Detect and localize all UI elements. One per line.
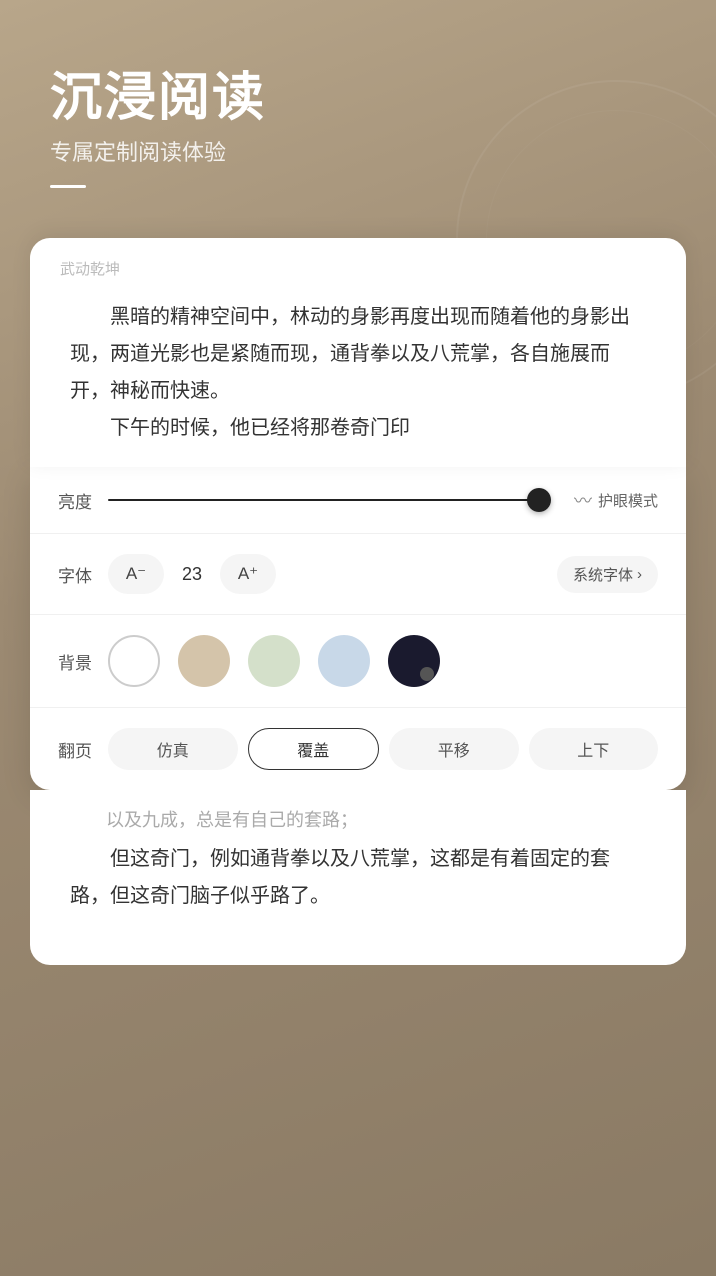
pageturn-scroll-button[interactable]: 上下: [529, 728, 659, 770]
eye-mode-label: 护眼模式: [598, 490, 658, 511]
brightness-row: 亮度 〰 护眼模式: [30, 467, 686, 534]
paragraph-3: 但这奇门，例如通背拳以及八荒掌，这都是有着固定的套路，但这奇门脑子似乎路了。: [70, 841, 646, 915]
reading-text-top: 黑暗的精神空间中，林动的身影再度出现而随着他的身影出现，两道光影也是紧随而现，通…: [30, 289, 686, 467]
paragraph-2: 下午的时候，他已经将那卷奇门印: [70, 410, 646, 447]
eye-icon: 〰: [574, 487, 592, 513]
reading-text-bottom: 以及九成，总是有自己的套路； 但这奇门，例如通背拳以及八荒掌，这都是有着固定的套…: [30, 790, 686, 965]
font-row: 字体 A⁻ 23 A⁺ 系统字体 ›: [30, 534, 686, 615]
font-family-label: 系统字体: [573, 564, 633, 585]
bg-white-button[interactable]: [108, 635, 160, 687]
font-decrease-button[interactable]: A⁻: [108, 554, 164, 594]
brightness-slider-track[interactable]: [108, 499, 550, 501]
font-controls: A⁻ 23 A⁺ 系统字体 ›: [108, 554, 658, 594]
pageturn-slide-button[interactable]: 平移: [389, 728, 519, 770]
pageturn-label: 翻页: [58, 737, 108, 762]
pageturn-controls: 仿真 覆盖 平移 上下: [108, 728, 658, 770]
reading-card: 武动乾坤 黑暗的精神空间中，林动的身影再度出现而随着他的身影出现，两道光影也是紧…: [30, 238, 686, 467]
background-row: 背景: [30, 615, 686, 708]
bg-controls: [108, 635, 658, 687]
header-divider: [50, 185, 86, 188]
bg-label: 背景: [58, 649, 108, 674]
bg-beige-button[interactable]: [178, 635, 230, 687]
bg-green-button[interactable]: [248, 635, 300, 687]
font-label: 字体: [58, 562, 108, 587]
pageturn-row: 翻页 仿真 覆盖 平移 上下: [30, 708, 686, 790]
partial-line: 以及九成，总是有自己的套路；: [70, 804, 646, 837]
font-increase-button[interactable]: A⁺: [220, 554, 276, 594]
brightness-controls: [108, 499, 550, 501]
font-family-arrow: ›: [637, 566, 642, 583]
pageturn-simulated-button[interactable]: 仿真: [108, 728, 238, 770]
font-size-display: 23: [178, 564, 206, 585]
font-family-button[interactable]: 系统字体 ›: [557, 556, 658, 593]
dark-moon-icon: [420, 667, 434, 681]
brightness-label: 亮度: [58, 488, 108, 513]
settings-panel: 亮度 〰 护眼模式 字体 A⁻ 23 A⁺: [30, 467, 686, 790]
bg-blue-button[interactable]: [318, 635, 370, 687]
eye-mode-toggle[interactable]: 〰 护眼模式: [574, 487, 658, 513]
brightness-slider-thumb[interactable]: [527, 488, 551, 512]
bg-dark-button[interactable]: [388, 635, 440, 687]
book-title: 武动乾坤: [30, 258, 686, 289]
background: 沉浸阅读 专属定制阅读体验 武动乾坤 黑暗的精神空间中，林动的身影再度出现而随着…: [0, 0, 716, 1276]
pageturn-cover-button[interactable]: 覆盖: [248, 728, 380, 770]
paragraph-1: 黑暗的精神空间中，林动的身影再度出现而随着他的身影出现，两道光影也是紧随而现，通…: [70, 299, 646, 410]
